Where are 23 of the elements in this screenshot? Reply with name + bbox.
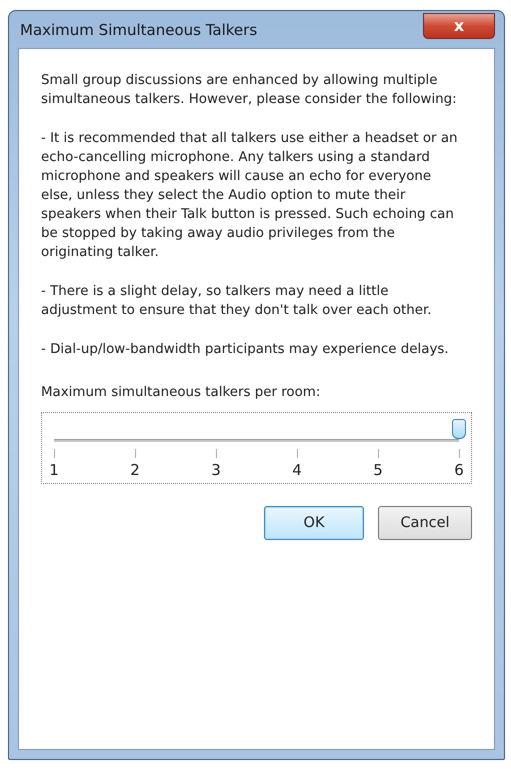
slider-thumb[interactable]: [452, 419, 466, 439]
tick-label: 1: [49, 461, 59, 479]
dialog-button[interactable]: Cancel: [378, 506, 472, 540]
tick-label: 5: [373, 461, 383, 479]
paragraph: - Dial-up/low-bandwidth participants may experience delays.: [41, 341, 450, 359]
tick-mark: [297, 449, 298, 458]
window-title: Maximum Simultaneous Talkers: [19, 20, 258, 38]
paragraph: - There is a slight delay, so talkers may need a little adjustment to ensure that they don't talk over each other.: [41, 283, 433, 320]
slider-label: Maximum simultaneous talkers per room:: [41, 385, 322, 400]
paragraph: - It is recommended that all talkers use either a headset or an echo-cancelling microphone. Any talkers using a standard microphone and speakers will cause an echo for everyone else, unless they select the Audio option to mute their speakers when their Talk button is pressed. Such echoing can be stopped by taking away audio privileges from the originating talker.: [41, 130, 459, 262]
tick-mark: [459, 449, 460, 458]
tick-mark: [378, 449, 379, 458]
tick-label: 6: [454, 461, 464, 479]
paragraph: Small group discussions are enhanced by allowing multiple simultaneous talkers. However, please consider the following:: [41, 72, 458, 109]
tick-label: 4: [292, 461, 302, 479]
tick-mark: [135, 449, 136, 458]
close-button[interactable]: x: [423, 12, 495, 38]
tick-label: 2: [130, 461, 140, 479]
tick-mark: [54, 449, 55, 458]
tick-mark: [216, 449, 217, 458]
slider[interactable]: 1 2 3 4 5 6: [41, 412, 472, 484]
tick-label: 3: [211, 461, 221, 479]
default-button[interactable]: OK: [264, 506, 364, 540]
